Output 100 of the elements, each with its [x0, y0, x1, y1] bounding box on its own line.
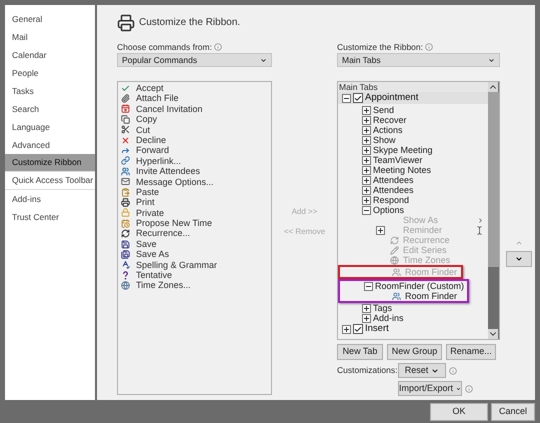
expand-icon[interactable]	[362, 136, 371, 144]
expand-icon[interactable]	[362, 314, 371, 322]
command-item[interactable]: Attach File	[136, 93, 179, 104]
scrollbar[interactable]	[488, 82, 499, 339]
sidebar-item[interactable]: General	[5, 10, 95, 28]
command-item[interactable]: Copy	[136, 114, 158, 125]
expand-icon[interactable]	[362, 116, 371, 124]
forward-icon	[120, 146, 130, 156]
info-icon	[214, 43, 222, 51]
ribbon-dropdown[interactable]: Main Tabs	[337, 53, 500, 67]
ribbon-settings-icon	[117, 14, 135, 32]
command-item[interactable]: Private	[136, 208, 164, 218]
rename-button[interactable]: Rename...	[446, 344, 496, 360]
reset-button[interactable]: Reset	[398, 363, 446, 378]
sidebar-item[interactable]: Search	[5, 100, 95, 118]
command-item[interactable]: Spelling & Grammar	[136, 260, 218, 270]
tree-item[interactable]: RoomFinder (Custom)	[375, 281, 464, 291]
tree-item[interactable]: Room Finder	[405, 291, 458, 301]
people-icon	[392, 292, 400, 300]
refresh-icon	[120, 229, 130, 238]
scroll-down-icon[interactable]	[488, 329, 498, 339]
sidebar-item[interactable]: Add-ins	[5, 190, 95, 208]
sidebar-item[interactable]: People	[5, 64, 95, 82]
expand-icon[interactable]	[362, 146, 371, 154]
command-item[interactable]: Accept	[136, 83, 164, 94]
tree-item[interactable]: Insert	[365, 324, 389, 334]
checkbox[interactable]	[353, 324, 363, 334]
caret-icon	[488, 56, 495, 64]
new-tab-button[interactable]: New Tab	[337, 344, 383, 360]
import-export-button[interactable]: Import/Export	[398, 381, 462, 396]
sidebar-item[interactable]: Calendar	[5, 46, 95, 64]
expand-icon[interactable]	[342, 324, 351, 334]
tree-item[interactable]: Options	[373, 205, 404, 215]
command-item[interactable]: Save	[136, 238, 157, 250]
tree-item[interactable]: Send	[373, 105, 394, 115]
tree-header: Main Tabs	[338, 82, 488, 92]
calendar-clock-icon	[120, 218, 130, 228]
tree-item[interactable]: Tags	[373, 303, 392, 313]
ok-button[interactable]: OK	[430, 402, 488, 420]
command-item[interactable]: Propose New Time	[136, 218, 212, 228]
sidebar-item[interactable]: Language	[5, 118, 95, 136]
field-label: Customize the Ribbon:	[337, 40, 423, 54]
command-item[interactable]: Recurrence...	[136, 228, 190, 239]
tree-item[interactable]: Add-ins	[373, 313, 404, 323]
pencil-icon	[390, 246, 398, 254]
command-item[interactable]: Decline	[136, 134, 166, 146]
command-item[interactable]: Cancel Invitation	[136, 104, 203, 114]
command-item[interactable]: Invite Attendees	[136, 166, 200, 177]
command-item[interactable]: Time Zones...	[136, 280, 191, 291]
customizations-label: Customizations:	[337, 364, 395, 377]
tree-item[interactable]: Recover	[373, 115, 407, 125]
sidebar-item[interactable]: Tasks	[5, 82, 95, 100]
expand-icon[interactable]	[362, 106, 371, 114]
caret-icon	[431, 366, 440, 374]
tree-item[interactable]: Show	[373, 135, 396, 145]
scroll-up-icon[interactable]	[488, 82, 498, 92]
sidebar-item[interactable]: Quick Access Toolbar	[5, 172, 95, 190]
command-item[interactable]: Forward	[136, 145, 170, 156]
question-mark-icon	[120, 270, 130, 280]
tree-item[interactable]: TeamViewer	[373, 155, 422, 165]
tree-item[interactable]: Respond	[373, 195, 410, 205]
command-item[interactable]: Hyperlink...	[136, 156, 182, 166]
expand-icon[interactable]	[362, 304, 371, 312]
printer-icon	[120, 198, 130, 207]
clipboard-icon	[120, 188, 130, 197]
sidebar-item[interactable]: Mail	[5, 28, 95, 46]
text-cursor-icon	[475, 226, 484, 234]
command-item[interactable]: Save As	[136, 249, 170, 260]
collapse-icon[interactable]	[364, 282, 373, 290]
commands-list[interactable]	[117, 81, 272, 395]
command-item[interactable]: Message Options...	[136, 176, 214, 187]
ribbon-tree[interactable]	[337, 81, 500, 340]
scissors-icon	[120, 125, 130, 134]
sidebar-item[interactable]: Trust Center	[5, 208, 95, 226]
collapse-icon[interactable]	[362, 206, 371, 214]
sidebar-item[interactable]: Customize Ribbon	[5, 154, 95, 172]
command-item[interactable]: Tentative	[136, 270, 172, 280]
expand-icon[interactable]	[362, 156, 371, 164]
tree-item[interactable]: Skype Meeting	[373, 145, 433, 155]
new-group-button[interactable]: New Group	[387, 344, 442, 360]
command-item[interactable]: Print	[136, 197, 155, 208]
globe-icon	[390, 256, 398, 264]
tree-item[interactable]: Meeting Notes	[373, 165, 432, 175]
sidebar-item[interactable]: Advanced	[5, 136, 95, 154]
caret-icon	[260, 56, 267, 64]
tree-item[interactable]: Attendees	[373, 185, 414, 195]
expand-icon[interactable]	[362, 186, 371, 194]
expand-icon[interactable]	[362, 176, 371, 184]
expand-icon[interactable]	[362, 196, 371, 204]
expand-icon[interactable]	[362, 166, 371, 174]
checkbox[interactable]	[353, 93, 363, 103]
cancel-button[interactable]: Cancel	[491, 402, 535, 420]
spell-check-icon	[120, 260, 130, 270]
expand-icon[interactable]	[362, 126, 371, 134]
tree-item[interactable]: Actions	[373, 125, 403, 135]
command-item[interactable]: Cut	[136, 124, 150, 135]
tree-item[interactable]: Attendees	[373, 175, 414, 185]
commands-dropdown[interactable]: Popular Commands	[117, 53, 272, 67]
collapse-icon[interactable]	[342, 94, 351, 102]
command-item[interactable]: Paste	[136, 186, 160, 198]
